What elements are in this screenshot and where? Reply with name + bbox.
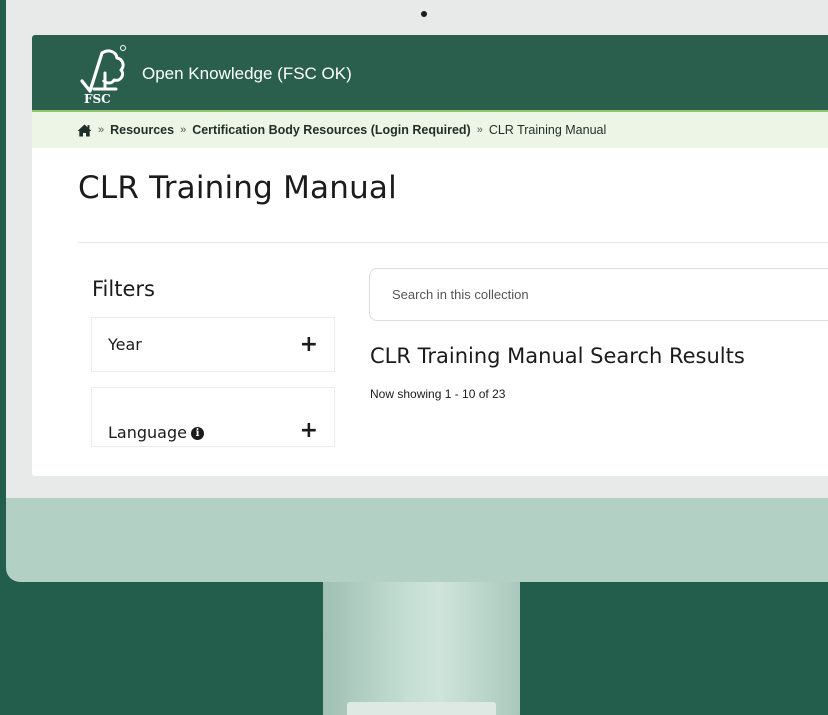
fsc-tree-check-logo-icon: FSC bbox=[80, 45, 126, 106]
camera-dot bbox=[421, 11, 427, 17]
site-header: FSC Open Knowledge (FSC OK) bbox=[32, 35, 828, 110]
expand-plus-icon[interactable]: + bbox=[300, 333, 318, 356]
filter-language[interactable]: Language i + bbox=[91, 387, 335, 447]
results-count: Now showing 1 - 10 of 23 bbox=[370, 387, 506, 401]
logo-text: FSC bbox=[84, 92, 111, 105]
breadcrumb-separator: » bbox=[180, 124, 187, 136]
filter-year-label: Year bbox=[108, 335, 142, 354]
collection-search-input[interactable] bbox=[369, 268, 828, 321]
breadcrumb: » Resources » Certification Body Resourc… bbox=[32, 110, 828, 148]
site-name[interactable]: Open Knowledge (FSC OK) bbox=[142, 64, 352, 84]
breadcrumb-separator: » bbox=[98, 124, 105, 136]
monitor-frame: FSC Open Knowledge (FSC OK) » Resources … bbox=[6, 0, 828, 582]
breadcrumb-current: CLR Training Manual bbox=[488, 123, 607, 137]
breadcrumb-certification-body-resources[interactable]: Certification Body Resources (Login Requ… bbox=[192, 123, 471, 137]
breadcrumb-resources[interactable]: Resources bbox=[110, 123, 174, 137]
filters-heading: Filters bbox=[92, 277, 155, 301]
filter-language-label: Language bbox=[108, 423, 187, 442]
results-heading: CLR Training Manual Search Results bbox=[370, 344, 745, 368]
page-title: CLR Training Manual bbox=[78, 170, 397, 206]
expand-plus-icon[interactable]: + bbox=[300, 420, 318, 442]
breadcrumb-separator: » bbox=[476, 124, 483, 136]
fsc-logo[interactable]: FSC bbox=[72, 41, 132, 106]
monitor-bezel: FSC Open Knowledge (FSC OK) » Resources … bbox=[6, 0, 828, 498]
info-icon[interactable]: i bbox=[190, 427, 204, 440]
title-divider bbox=[78, 242, 828, 243]
browser-screen: FSC Open Knowledge (FSC OK) » Resources … bbox=[32, 35, 828, 476]
filter-year[interactable]: Year + bbox=[91, 317, 335, 372]
home-icon[interactable] bbox=[77, 124, 92, 137]
filter-language-label-group: Language i bbox=[108, 423, 204, 442]
monitor-stand bbox=[323, 582, 520, 715]
